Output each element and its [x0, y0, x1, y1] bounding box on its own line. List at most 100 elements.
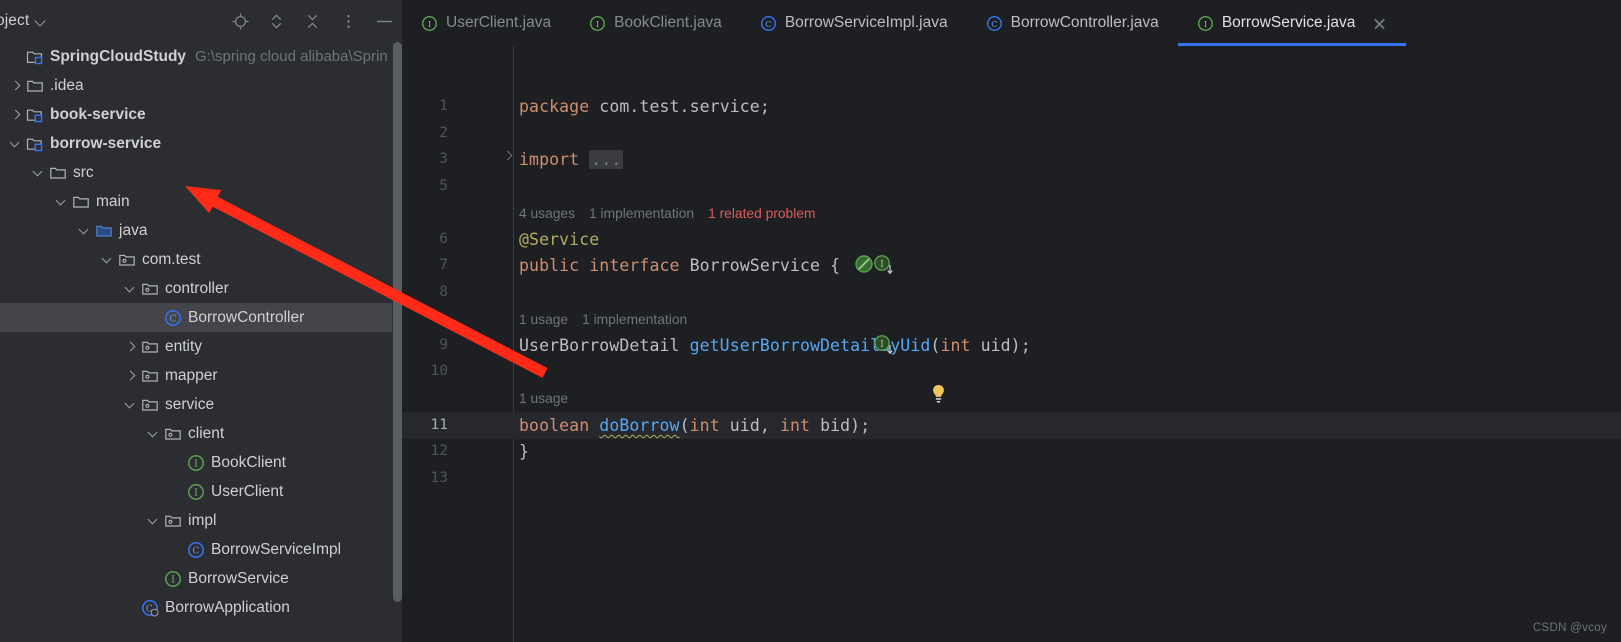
hint-usages[interactable]: 1 usage	[519, 312, 568, 327]
line-number[interactable]: 12	[402, 443, 450, 459]
implemented-by-icon[interactable]: I	[873, 334, 895, 356]
tree-expander-right-icon[interactable]	[8, 78, 24, 94]
locate-target-icon[interactable]	[231, 12, 250, 31]
svg-text:C: C	[765, 19, 772, 29]
more-options-icon[interactable]	[339, 12, 358, 31]
tree-row-borrowserviceimpl[interactable]: C BorrowServiceImpl	[0, 535, 402, 564]
close-icon[interactable]	[1372, 16, 1387, 31]
chevron-down-icon[interactable]	[36, 16, 47, 27]
line-number[interactable]: 1	[402, 98, 450, 114]
tree-expander-right-icon[interactable]	[8, 107, 24, 123]
svg-text:I: I	[428, 19, 431, 29]
tree-expander-down-icon[interactable]	[146, 426, 162, 442]
tree-expander[interactable]	[8, 49, 24, 65]
tree-row-userclient[interactable]: I UserClient	[0, 477, 402, 506]
tree-expander-down-icon[interactable]	[8, 136, 24, 152]
hint-usages[interactable]: 4 usages	[519, 206, 575, 221]
interface-icon: I	[188, 483, 204, 500]
tree-row-borrowservice[interactable]: I BorrowService	[0, 564, 402, 593]
tree-expander-down-icon[interactable]	[100, 252, 116, 268]
line-number[interactable]: 3	[402, 151, 450, 167]
code-line-12[interactable]: 12}	[402, 438, 1621, 465]
line-number[interactable]: 6	[402, 231, 450, 247]
tree-row-service[interactable]: service	[0, 390, 402, 419]
tree-expander-down-icon[interactable]	[146, 513, 162, 529]
editor-tab-borrowcontroller[interactable]: C BorrowController.java	[967, 0, 1178, 46]
tree-expander-down-icon[interactable]	[31, 165, 47, 181]
tree-expander-right-icon[interactable]	[123, 339, 139, 355]
gutter-slot	[450, 358, 514, 385]
tree-expander-down-icon[interactable]	[54, 194, 70, 210]
code-line-11[interactable]: 11 boolean doBorrow(int uid, int bid);	[402, 412, 1621, 439]
tree-row-borrow-service[interactable]: borrow-service	[0, 129, 402, 158]
tree-expander-down-icon[interactable]	[77, 223, 93, 239]
intention-bulb-icon[interactable]	[929, 383, 948, 405]
tree-row-java[interactable]: java	[0, 216, 402, 245]
code-line-13[interactable]: 13	[402, 465, 1621, 492]
code-line-5[interactable]: 5	[402, 173, 1621, 200]
tree-row-src[interactable]: src	[0, 158, 402, 187]
code-editor[interactable]: 1 package com.test.service; 2 3 import ... 5 6…	[402, 46, 1621, 642]
tree-row-main[interactable]: main	[0, 187, 402, 216]
tree-row-borrowapplication[interactable]: C BorrowApplication	[0, 593, 402, 622]
tree-expander-down-icon[interactable]	[123, 281, 139, 297]
editor-tab-borrowservice[interactable]: I BorrowService.java	[1177, 0, 1407, 46]
tree-row-project-root[interactable]: SpringCloudStudy G:\spring cloud alibaba…	[0, 42, 402, 71]
line-number[interactable]: 8	[402, 284, 450, 300]
spring-bean-icon[interactable]	[854, 254, 874, 274]
editor-tab-borrowserviceimpl[interactable]: C BorrowServiceImpl.java	[741, 0, 967, 46]
gutter-slot	[450, 226, 514, 253]
code-line-8[interactable]: 8	[402, 279, 1621, 306]
minimize-icon[interactable]	[375, 12, 394, 31]
project-panel-title-group[interactable]: oject	[0, 12, 47, 30]
tree-expander-right-icon[interactable]	[123, 368, 139, 384]
hint-implementations[interactable]: 1 implementation	[582, 312, 687, 327]
tree-row-client[interactable]: client	[0, 419, 402, 448]
gutter-slot	[450, 120, 514, 147]
tree-row-mapper[interactable]: mapper	[0, 361, 402, 390]
hint-related-problem[interactable]: 1 related problem	[708, 206, 815, 221]
tree-row-book-service[interactable]: book-service	[0, 100, 402, 129]
collapse-all-icon[interactable]	[303, 12, 322, 31]
hint-implementations[interactable]: 1 implementation	[589, 206, 694, 221]
code-line-7[interactable]: 7 public interface BorrowService {	[402, 252, 1621, 279]
tree-row-label: service	[165, 395, 215, 413]
code-line-10[interactable]: 10	[402, 358, 1621, 385]
svg-text:I: I	[194, 459, 198, 469]
expand-collapse-icon[interactable]	[267, 12, 286, 31]
spring-class-icon: C	[142, 599, 159, 617]
line-number[interactable]: 11	[402, 417, 450, 433]
tree-row-borrowcontroller[interactable]: C BorrowController	[0, 303, 402, 332]
implemented-by-icon[interactable]: I	[873, 254, 895, 276]
tree-row-com-test[interactable]: com.test	[0, 245, 402, 274]
svg-text:C: C	[991, 19, 998, 29]
code-line-2[interactable]: 2	[402, 120, 1621, 147]
line-number[interactable]: 7	[402, 257, 450, 273]
line-number[interactable]: 2	[402, 125, 450, 141]
line-number[interactable]: 5	[402, 178, 450, 194]
tree-row-controller[interactable]: controller	[0, 274, 402, 303]
tree-expander-down-icon[interactable]	[123, 397, 139, 413]
editor-tab-userclient[interactable]: I UserClient.java	[402, 0, 570, 46]
line-number[interactable]: 10	[402, 363, 450, 379]
scrollbar-thumb[interactable]	[393, 42, 402, 602]
tree-row-entity[interactable]: entity	[0, 332, 402, 361]
hint-usages[interactable]: 1 usage	[519, 391, 568, 406]
line-number[interactable]: 13	[402, 470, 450, 486]
class-icon: C	[188, 541, 204, 558]
tree-row-impl[interactable]: impl	[0, 506, 402, 535]
code-line-1[interactable]: 1 package com.test.service;	[402, 93, 1621, 120]
gutter-slot	[450, 173, 514, 200]
editor-tab-bookclient[interactable]: I BookClient.java	[570, 0, 741, 46]
package-icon	[142, 341, 158, 353]
line-number[interactable]: 9	[402, 337, 450, 353]
code-line-6[interactable]: 6 @Service	[402, 226, 1621, 253]
tree-row-bookclient[interactable]: I BookClient	[0, 448, 402, 477]
code-line-3[interactable]: 3 import ...	[402, 146, 1621, 173]
folded-imports[interactable]: ...	[589, 149, 624, 169]
tree-row--idea[interactable]: .idea	[0, 71, 402, 100]
project-panel-scrollbar[interactable]	[392, 42, 402, 642]
code-line-9[interactable]: 9 UserBorrowDetail getUserBorrowDetailByU…	[402, 332, 1621, 359]
